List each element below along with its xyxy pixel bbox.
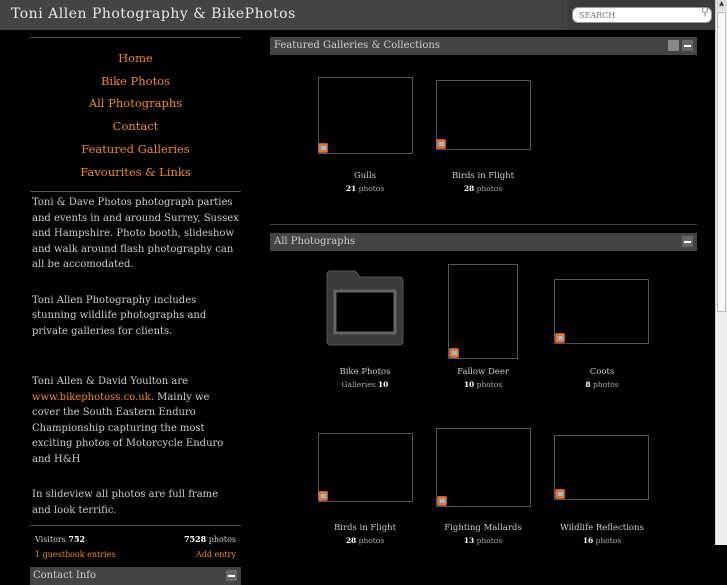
visitors-count: 752 bbox=[68, 534, 86, 545]
gallery-name[interactable]: Fallow Deer bbox=[418, 367, 548, 377]
gallery-icon bbox=[449, 348, 459, 358]
stats: Visitors 752 7528 photos 1 guestbook ent… bbox=[30, 526, 241, 562]
unit: photos bbox=[476, 184, 503, 193]
search-input[interactable] bbox=[572, 7, 712, 23]
gallery-count: 8 photos bbox=[537, 380, 667, 389]
nav-favourites-links[interactable]: Favourites & Links bbox=[30, 161, 241, 184]
visitors-label: Visitors bbox=[35, 535, 66, 545]
divider bbox=[270, 224, 697, 225]
nav-bike-photos[interactable]: Bike Photos bbox=[30, 70, 241, 93]
gallery-thumbnail[interactable] bbox=[448, 264, 518, 359]
folder-icon[interactable] bbox=[325, 269, 405, 347]
count: 10 bbox=[463, 380, 475, 389]
count: 16 bbox=[582, 536, 594, 545]
description-paragraph: In slideview all photos are full frame a… bbox=[32, 489, 219, 516]
gallery-thumbnail[interactable] bbox=[554, 435, 649, 500]
unit: Galleries bbox=[341, 380, 376, 389]
unit: photos bbox=[476, 380, 503, 389]
gallery-thumbnail[interactable] bbox=[318, 77, 413, 154]
header: Toni Allen Photography & BikePhotos ⚲ bbox=[0, 0, 715, 30]
gallery-count: 10 photos bbox=[418, 380, 548, 389]
scrollbar[interactable]: ▲ bbox=[715, 0, 727, 545]
gallery-thumbnail[interactable] bbox=[436, 80, 531, 150]
scrollbar-thumb[interactable] bbox=[717, 12, 726, 312]
gallery-name[interactable]: Birds in Flight bbox=[418, 171, 548, 181]
count: 28 bbox=[345, 536, 357, 545]
gallery-name[interactable]: Coots bbox=[537, 367, 667, 377]
gallery-name[interactable]: Bike Photos bbox=[300, 367, 430, 377]
gallery-count: 13 photos bbox=[418, 536, 548, 545]
bikephotos-link[interactable]: www.bikephotoss.co.uk bbox=[32, 392, 151, 403]
nav-featured-galleries[interactable]: Featured Galleries bbox=[30, 138, 241, 161]
nav-home[interactable]: Home bbox=[30, 47, 241, 70]
sidebar: Home Bike Photos All Photographs Contact… bbox=[30, 37, 241, 585]
count: 8 bbox=[585, 380, 591, 389]
unit: photos bbox=[358, 536, 385, 545]
gallery-count: 28 photos bbox=[300, 536, 430, 545]
gallery-name[interactable]: Gulls bbox=[300, 171, 430, 181]
nav-all-photographs[interactable]: All Photographs bbox=[30, 92, 241, 115]
photos-label: photos bbox=[208, 535, 236, 545]
main-nav: Home Bike Photos All Photographs Contact… bbox=[30, 38, 241, 191]
gallery-icon bbox=[436, 139, 446, 149]
add-entry-link[interactable]: Add entry bbox=[196, 547, 236, 562]
unit: photos bbox=[593, 380, 619, 389]
gallery-thumbnail[interactable] bbox=[318, 433, 413, 502]
unit: photos bbox=[476, 536, 503, 545]
unit: photos bbox=[358, 184, 385, 193]
gallery-count: 28 photos bbox=[418, 184, 548, 193]
rss-icon[interactable] bbox=[668, 40, 679, 51]
count: 13 bbox=[463, 536, 475, 545]
description-paragraph: Toni & Dave Photos photograph parties an… bbox=[32, 197, 239, 271]
guestbook-link[interactable]: 1 guestbook entries bbox=[35, 547, 115, 562]
collapse-icon[interactable] bbox=[682, 236, 693, 247]
featured-title: Featured Galleries & Collections bbox=[274, 40, 440, 51]
search-icon[interactable]: ⚲ bbox=[701, 5, 713, 18]
gallery-name[interactable]: Birds in Flight bbox=[300, 523, 430, 533]
gallery-icon bbox=[318, 491, 328, 501]
all-photographs-title: All Photographs bbox=[274, 236, 356, 247]
collapse-icon[interactable] bbox=[682, 40, 693, 51]
photos-count: 7528 bbox=[183, 534, 207, 545]
count: 10 bbox=[377, 380, 389, 389]
text: Toni Allen & David Youlton are bbox=[32, 376, 189, 388]
gallery-count: 21 photos bbox=[300, 184, 430, 193]
scroll-up-arrow-icon[interactable]: ▲ bbox=[716, 0, 727, 11]
gallery-thumbnail[interactable] bbox=[436, 428, 531, 507]
featured-section-header: Featured Galleries & Collections bbox=[270, 37, 697, 55]
description-paragraph: Toni Allen & David Youlton are www.bikep… bbox=[30, 371, 241, 470]
search-area: ⚲ bbox=[567, 0, 715, 30]
collapse-icon[interactable] bbox=[226, 570, 237, 582]
gallery-icon bbox=[555, 333, 565, 343]
count: 28 bbox=[463, 184, 475, 193]
gallery-thumbnail[interactable] bbox=[554, 279, 649, 344]
gallery-name[interactable]: Fighting Mallards bbox=[418, 523, 548, 533]
gallery-count: 16 photos bbox=[537, 536, 667, 545]
gallery-icon bbox=[437, 496, 447, 506]
description-paragraph: Toni Allen Photography includes stunning… bbox=[32, 294, 207, 337]
contact-info-header: Contact Info bbox=[30, 567, 241, 585]
gallery-icon bbox=[555, 489, 565, 499]
gallery-name[interactable]: Wildlife Reflections bbox=[537, 523, 667, 533]
site-title[interactable]: Toni Allen Photography & BikePhotos bbox=[11, 6, 296, 22]
contact-info-title: Contact Info bbox=[33, 570, 97, 582]
unit: photos bbox=[595, 536, 622, 545]
gallery-icon bbox=[318, 143, 328, 153]
count: 21 bbox=[345, 184, 357, 193]
all-photographs-header: All Photographs bbox=[270, 233, 697, 251]
nav-contact[interactable]: Contact bbox=[30, 115, 241, 138]
gallery-count: Galleries 10 bbox=[300, 380, 430, 389]
